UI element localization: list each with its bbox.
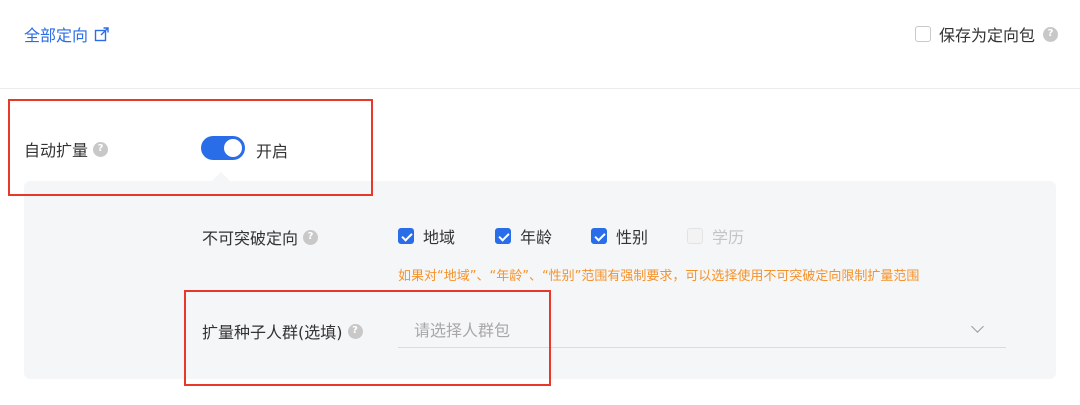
annotation-box-auto-expand xyxy=(8,99,373,196)
region-checkbox[interactable] xyxy=(398,228,414,244)
checkbox-gender[interactable]: 性别 xyxy=(591,224,648,248)
all-targeting-link[interactable]: 全部定向 xyxy=(24,22,110,46)
unbreakable-targeting-hint: 如果对“地域”、“年龄”、“性别”范围有强制要求，可以选择使用不可突破定向限制扩… xyxy=(398,269,920,284)
age-checkbox[interactable] xyxy=(495,228,511,244)
gender-checkbox[interactable] xyxy=(591,228,607,244)
checkbox-education: 学历 xyxy=(687,224,744,248)
checkbox-age[interactable]: 年龄 xyxy=(495,224,552,248)
save-as-package-checkbox[interactable] xyxy=(914,26,931,42)
education-checkbox xyxy=(687,228,703,244)
question-circle-icon[interactable]: ? xyxy=(1043,26,1058,42)
chevron-down-icon xyxy=(971,319,984,333)
save-as-package-label: 保存为定向包 xyxy=(938,26,1035,45)
unbreakable-targeting-label: 不可突破定向 ? xyxy=(202,225,319,249)
question-circle-icon[interactable]: ? xyxy=(303,229,319,245)
divider xyxy=(0,88,1080,89)
age-checkbox-label: 年龄 xyxy=(520,228,553,247)
all-targeting-link-label: 全部定向 xyxy=(24,26,89,45)
unbreakable-targeting-label-text: 不可突破定向 xyxy=(202,229,299,248)
region-checkbox-label: 地域 xyxy=(423,228,456,247)
external-link-icon xyxy=(94,27,109,42)
education-checkbox-label: 学历 xyxy=(712,228,745,247)
annotation-box-seed-audience xyxy=(184,290,551,386)
gender-checkbox-label: 性别 xyxy=(616,228,649,247)
save-as-package[interactable]: 保存为定向包 ? xyxy=(914,22,1058,46)
checkbox-region[interactable]: 地域 xyxy=(398,224,455,248)
